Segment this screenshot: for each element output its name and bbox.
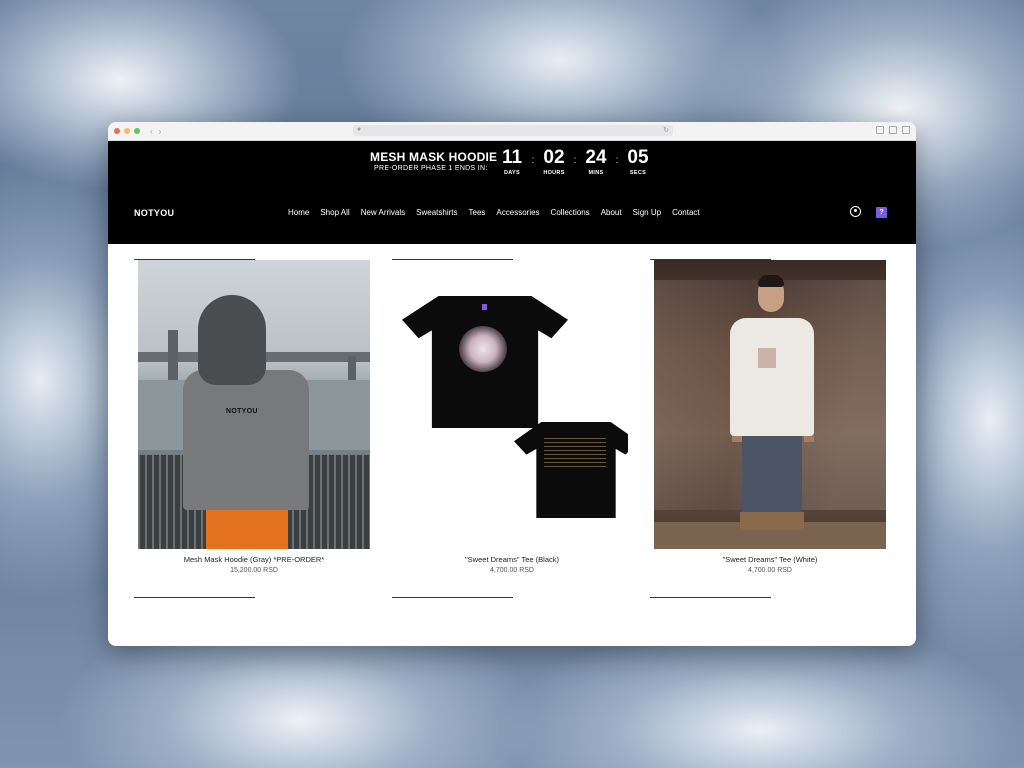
browser-nav: ‹ › xyxy=(150,127,161,136)
nav-item-collections[interactable]: Collections xyxy=(551,208,590,217)
address-bar[interactable]: ● ↻ xyxy=(353,125,673,136)
product-price: 4,700.00 RSD xyxy=(490,567,534,574)
reload-icon[interactable]: ↻ xyxy=(663,126,669,134)
countdown-mins: 24 MINS xyxy=(584,147,608,176)
tee-graphic xyxy=(459,326,507,372)
tee-tag xyxy=(482,304,487,310)
new-tab-icon[interactable] xyxy=(889,126,897,134)
countdown-days-label: DAYS xyxy=(504,170,520,176)
image-detail xyxy=(758,275,784,287)
product-image[interactable] xyxy=(396,260,628,549)
nav-item-new-arrivals[interactable]: New Arrivals xyxy=(361,208,405,217)
nav-item-shop-all[interactable]: Shop All xyxy=(320,208,349,217)
tee-back-text xyxy=(544,438,606,468)
countdown-days-value: 11 xyxy=(501,147,523,168)
browser-window: ‹ › ● ↻ MESH MASK HOODIE PRE-ORDER PHASE… xyxy=(108,122,916,646)
product-image[interactable]: NOTYOU xyxy=(138,260,370,549)
window-controls xyxy=(114,128,140,134)
main-nav: Home Shop All New Arrivals Sweatshirts T… xyxy=(288,208,711,217)
countdown-separator: : xyxy=(615,155,619,166)
nav-item-home[interactable]: Home xyxy=(288,208,309,217)
nav-item-about[interactable]: About xyxy=(601,208,622,217)
countdown-hours-value: 02 xyxy=(543,147,565,168)
browser-toolbar: ‹ › ● ↻ xyxy=(108,122,916,141)
image-detail xyxy=(198,295,266,385)
image-detail xyxy=(740,512,804,530)
product-grid: NOTYOU Mesh Mask Hoodie (Gray) *PRE-ORDE… xyxy=(108,243,916,646)
countdown-separator: : xyxy=(573,155,577,166)
cart-badge: ? xyxy=(879,209,884,216)
image-detail xyxy=(206,510,288,549)
nav-item-sign-up[interactable]: Sign Up xyxy=(633,208,661,217)
countdown-hours: 02 HOURS xyxy=(542,147,566,176)
countdown-days: 11 DAYS xyxy=(500,147,524,176)
image-detail xyxy=(183,370,309,510)
promo-subtitle: PRE-ORDER PHASE 1 ENDS IN: xyxy=(374,165,488,172)
lock-icon: ● xyxy=(357,126,362,133)
product-price: 4,700.00 RSD xyxy=(748,567,792,574)
image-detail xyxy=(730,318,814,436)
site-header: MESH MASK HOODIE PRE-ORDER PHASE 1 ENDS … xyxy=(108,141,916,244)
countdown-secs: 05 SECS xyxy=(626,147,650,176)
promo-title: MESH MASK HOODIE xyxy=(370,150,498,164)
forward-arrow-icon[interactable]: › xyxy=(159,127,162,136)
countdown-hours-label: HOURS xyxy=(543,170,565,176)
countdown-secs-label: SECS xyxy=(629,170,647,176)
site-logo[interactable]: NOTYOU xyxy=(134,208,174,218)
browser-actions xyxy=(876,126,910,134)
product-name[interactable]: Mesh Mask Hoodie (Gray) *PRE-ORDER* xyxy=(137,555,371,564)
back-arrow-icon[interactable]: ‹ xyxy=(150,127,153,136)
nav-item-accessories[interactable]: Accessories xyxy=(496,208,539,217)
divider xyxy=(392,597,513,598)
countdown-secs-value: 05 xyxy=(627,147,649,168)
tabs-overview-icon[interactable] xyxy=(902,126,910,134)
shopping-bag-icon[interactable]: ? xyxy=(876,207,887,218)
image-detail xyxy=(168,330,178,380)
product-name[interactable]: "Sweet Dreams" Tee (Black) xyxy=(395,555,629,564)
image-detail xyxy=(742,428,802,516)
share-icon[interactable] xyxy=(876,126,884,134)
countdown-mins-label: MINS xyxy=(588,170,604,176)
nav-item-contact[interactable]: Contact xyxy=(672,208,700,217)
close-window-button[interactable] xyxy=(114,128,120,134)
product-image[interactable] xyxy=(654,260,886,549)
user-icon[interactable] xyxy=(850,206,861,217)
minimize-window-button[interactable] xyxy=(124,128,130,134)
countdown-timer: 11 DAYS : 02 HOURS : 24 MINS : 05 SECS xyxy=(500,147,650,176)
divider xyxy=(134,597,255,598)
product-name[interactable]: "Sweet Dreams" Tee (White) xyxy=(653,555,887,564)
nav-item-sweatshirts[interactable]: Sweatshirts xyxy=(416,208,457,217)
zoom-window-button[interactable] xyxy=(134,128,140,134)
tee-back xyxy=(514,422,628,518)
nav-item-tees[interactable]: Tees xyxy=(469,208,486,217)
countdown-separator: : xyxy=(531,155,535,166)
countdown-mins-value: 24 xyxy=(585,147,607,168)
hoodie-print: NOTYOU xyxy=(226,408,258,415)
product-price: 15,200.00 RSD xyxy=(230,567,278,574)
divider xyxy=(650,597,771,598)
image-detail xyxy=(758,348,776,368)
